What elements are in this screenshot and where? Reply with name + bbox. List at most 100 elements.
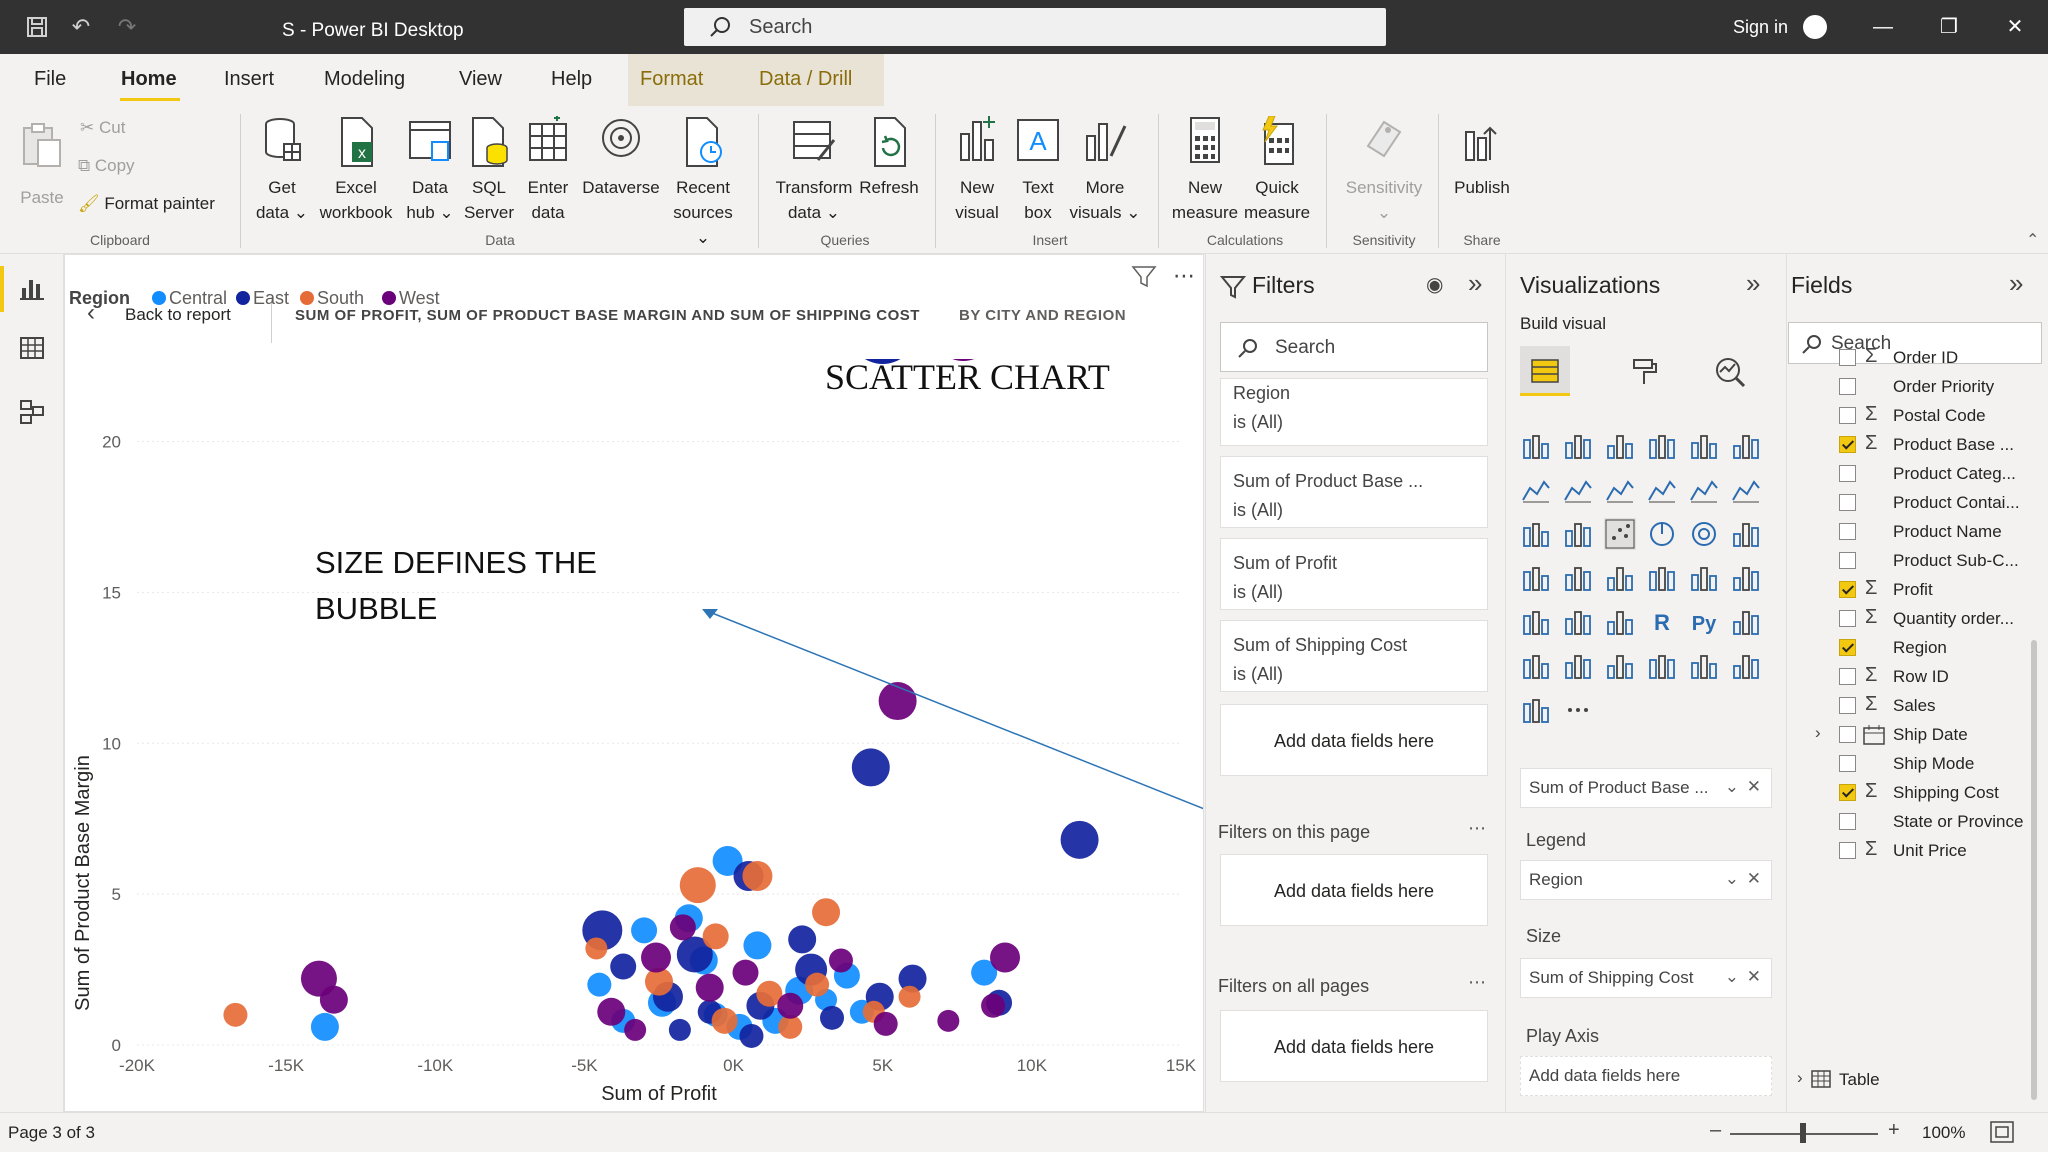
filter-card-profit[interactable]: Sum of Profit is (All) bbox=[1220, 538, 1488, 610]
filled-map-icon[interactable] bbox=[1562, 562, 1594, 594]
line-chart-icon[interactable] bbox=[1520, 474, 1552, 506]
bubble-south[interactable] bbox=[679, 867, 716, 904]
dataverse-button[interactable]: Dataverse bbox=[580, 116, 662, 200]
field-checkbox[interactable] bbox=[1839, 349, 1856, 366]
bubble-west[interactable] bbox=[695, 973, 724, 1002]
donut-chart-icon[interactable] bbox=[1688, 518, 1720, 550]
field-item[interactable]: Σ Order ID bbox=[1787, 342, 2047, 374]
pie-chart-icon[interactable] bbox=[1646, 518, 1678, 550]
qa-icon[interactable] bbox=[1562, 650, 1594, 682]
field-item[interactable]: Product Categ... bbox=[1787, 458, 2047, 490]
line-clustered-column-chart-icon[interactable] bbox=[1646, 474, 1678, 506]
tab-format[interactable]: Format bbox=[640, 68, 703, 91]
field-checkbox[interactable] bbox=[1839, 610, 1856, 627]
bubble-west[interactable] bbox=[624, 1018, 647, 1041]
tab-file[interactable]: File bbox=[34, 68, 66, 91]
zoom-out-icon[interactable]: – bbox=[1710, 1119, 1721, 1142]
remove-field-icon[interactable]: ✕ bbox=[1747, 777, 1761, 797]
zoom-slider-thumb[interactable] bbox=[1800, 1123, 1806, 1143]
card-icon[interactable] bbox=[1646, 562, 1678, 594]
eye-icon[interactable]: ◉ bbox=[1426, 272, 1443, 297]
collapse-filters-icon[interactable]: » bbox=[1468, 268, 1482, 299]
analytics-tab[interactable] bbox=[1704, 346, 1754, 396]
remove-field-icon[interactable]: ✕ bbox=[1747, 967, 1761, 987]
filter-card-region[interactable]: Region is (All) bbox=[1220, 378, 1488, 446]
field-item[interactable]: Σ Unit Price bbox=[1787, 835, 2047, 867]
slicer-icon[interactable] bbox=[1520, 606, 1552, 638]
paste-button[interactable]: Paste bbox=[14, 120, 70, 210]
build-visual-tab[interactable] bbox=[1520, 346, 1570, 396]
restore-icon[interactable]: ❐ bbox=[1934, 13, 1964, 41]
close-icon[interactable]: ✕ bbox=[2000, 13, 2030, 41]
play-axis-dropzone[interactable]: Add data fields here bbox=[1520, 1056, 1772, 1096]
bubble-west[interactable] bbox=[990, 942, 1021, 973]
field-item[interactable]: State or Province bbox=[1787, 806, 2047, 838]
field-item[interactable]: Σ Postal Code bbox=[1787, 400, 2047, 432]
fields-scrollbar[interactable] bbox=[2031, 640, 2037, 1100]
data-view-icon[interactable] bbox=[18, 334, 46, 362]
stacked-area-chart-icon[interactable] bbox=[1604, 474, 1636, 506]
chevron-right-icon[interactable]: › bbox=[1815, 723, 1821, 743]
bubble-south[interactable] bbox=[805, 972, 830, 997]
map-icon[interactable] bbox=[1520, 562, 1552, 594]
legend-item-south[interactable]: South bbox=[317, 288, 364, 308]
bubble-west[interactable] bbox=[597, 997, 626, 1026]
legend-well[interactable]: Region ⌄ ✕ bbox=[1520, 860, 1772, 900]
bubble-east[interactable] bbox=[820, 1005, 845, 1030]
chevron-down-icon[interactable]: ⌄ bbox=[1725, 869, 1739, 889]
more-options-icon[interactable]: ⋯ bbox=[1468, 818, 1486, 839]
text-box-button[interactable]: A Text box bbox=[1010, 116, 1066, 225]
table-node[interactable]: › Table bbox=[1787, 1064, 2047, 1096]
bubble-west[interactable] bbox=[319, 985, 348, 1014]
format-visual-tab[interactable] bbox=[1620, 346, 1670, 396]
field-checkbox[interactable] bbox=[1839, 552, 1856, 569]
y-axis-well[interactable]: Sum of Product Base ... ⌄ ✕ bbox=[1520, 768, 1772, 808]
field-item[interactable]: Product Name bbox=[1787, 516, 2047, 548]
clustered-bar-chart-icon[interactable] bbox=[1604, 430, 1636, 462]
filter-card-shipping-cost[interactable]: Sum of Shipping Cost is (All) bbox=[1220, 620, 1488, 692]
bubble-west[interactable] bbox=[641, 942, 672, 973]
line-stacked-column-chart-icon[interactable] bbox=[1688, 474, 1720, 506]
field-checkbox[interactable] bbox=[1839, 465, 1856, 482]
field-item[interactable]: Σ Product Base ... bbox=[1787, 429, 2047, 461]
more-options-icon[interactable]: ⋯ bbox=[1468, 972, 1486, 993]
chevron-down-icon[interactable]: ⌄ bbox=[1725, 967, 1739, 987]
excel-workbook-button[interactable]: x Excel workbook bbox=[318, 116, 394, 225]
collapse-visualizations-icon[interactable]: » bbox=[1746, 268, 1760, 299]
add-report-filter-dropzone[interactable]: Add data fields here bbox=[1220, 1010, 1488, 1082]
bubble-south[interactable] bbox=[711, 1007, 738, 1034]
field-checkbox[interactable] bbox=[1839, 523, 1856, 540]
clustered-column-chart-icon[interactable] bbox=[1646, 430, 1678, 462]
bubble-east[interactable] bbox=[668, 1018, 691, 1041]
field-item[interactable]: Product Sub-C... bbox=[1787, 545, 2047, 577]
bubble-east[interactable] bbox=[851, 748, 890, 787]
field-checkbox[interactable] bbox=[1839, 581, 1856, 598]
bubble-east[interactable] bbox=[788, 925, 817, 954]
save-icon[interactable] bbox=[24, 14, 50, 40]
add-page-filter-dropzone[interactable]: Add data fields here bbox=[1220, 854, 1488, 926]
transform-data-button[interactable]: Transform data ⌄ bbox=[770, 116, 858, 225]
quick-measure-button[interactable]: Quick measure bbox=[1244, 115, 1310, 225]
multi-row-card-icon[interactable] bbox=[1688, 562, 1720, 594]
treemap-icon[interactable] bbox=[1730, 518, 1762, 550]
smart-narrative-icon[interactable] bbox=[1604, 650, 1636, 682]
stacked-bar-chart-icon[interactable] bbox=[1520, 430, 1552, 462]
bubble-south[interactable] bbox=[585, 937, 608, 960]
field-item[interactable]: Σ Profit bbox=[1787, 574, 2047, 606]
bubble-west[interactable] bbox=[873, 1011, 898, 1036]
tab-modeling[interactable]: Modeling bbox=[324, 68, 405, 91]
field-checkbox[interactable] bbox=[1839, 407, 1856, 424]
get-data-button[interactable]: Get data ⌄ bbox=[254, 116, 310, 225]
legend-item-west[interactable]: West bbox=[399, 288, 440, 308]
collapse-fields-icon[interactable]: » bbox=[2009, 268, 2023, 299]
field-item[interactable]: Σ Shipping Cost bbox=[1787, 777, 2047, 809]
field-item[interactable]: › Ship Date bbox=[1787, 719, 2047, 751]
chevron-right-icon[interactable]: › bbox=[1797, 1068, 1803, 1088]
new-visual-button[interactable]: New visual bbox=[948, 116, 1006, 225]
minimize-icon[interactable]: — bbox=[1868, 13, 1898, 41]
bubble-west[interactable] bbox=[777, 992, 804, 1019]
stacked-column-chart-icon[interactable] bbox=[1562, 430, 1594, 462]
bubble-south[interactable] bbox=[702, 923, 729, 950]
bubble-south[interactable] bbox=[223, 1002, 248, 1027]
field-checkbox[interactable] bbox=[1839, 726, 1856, 743]
